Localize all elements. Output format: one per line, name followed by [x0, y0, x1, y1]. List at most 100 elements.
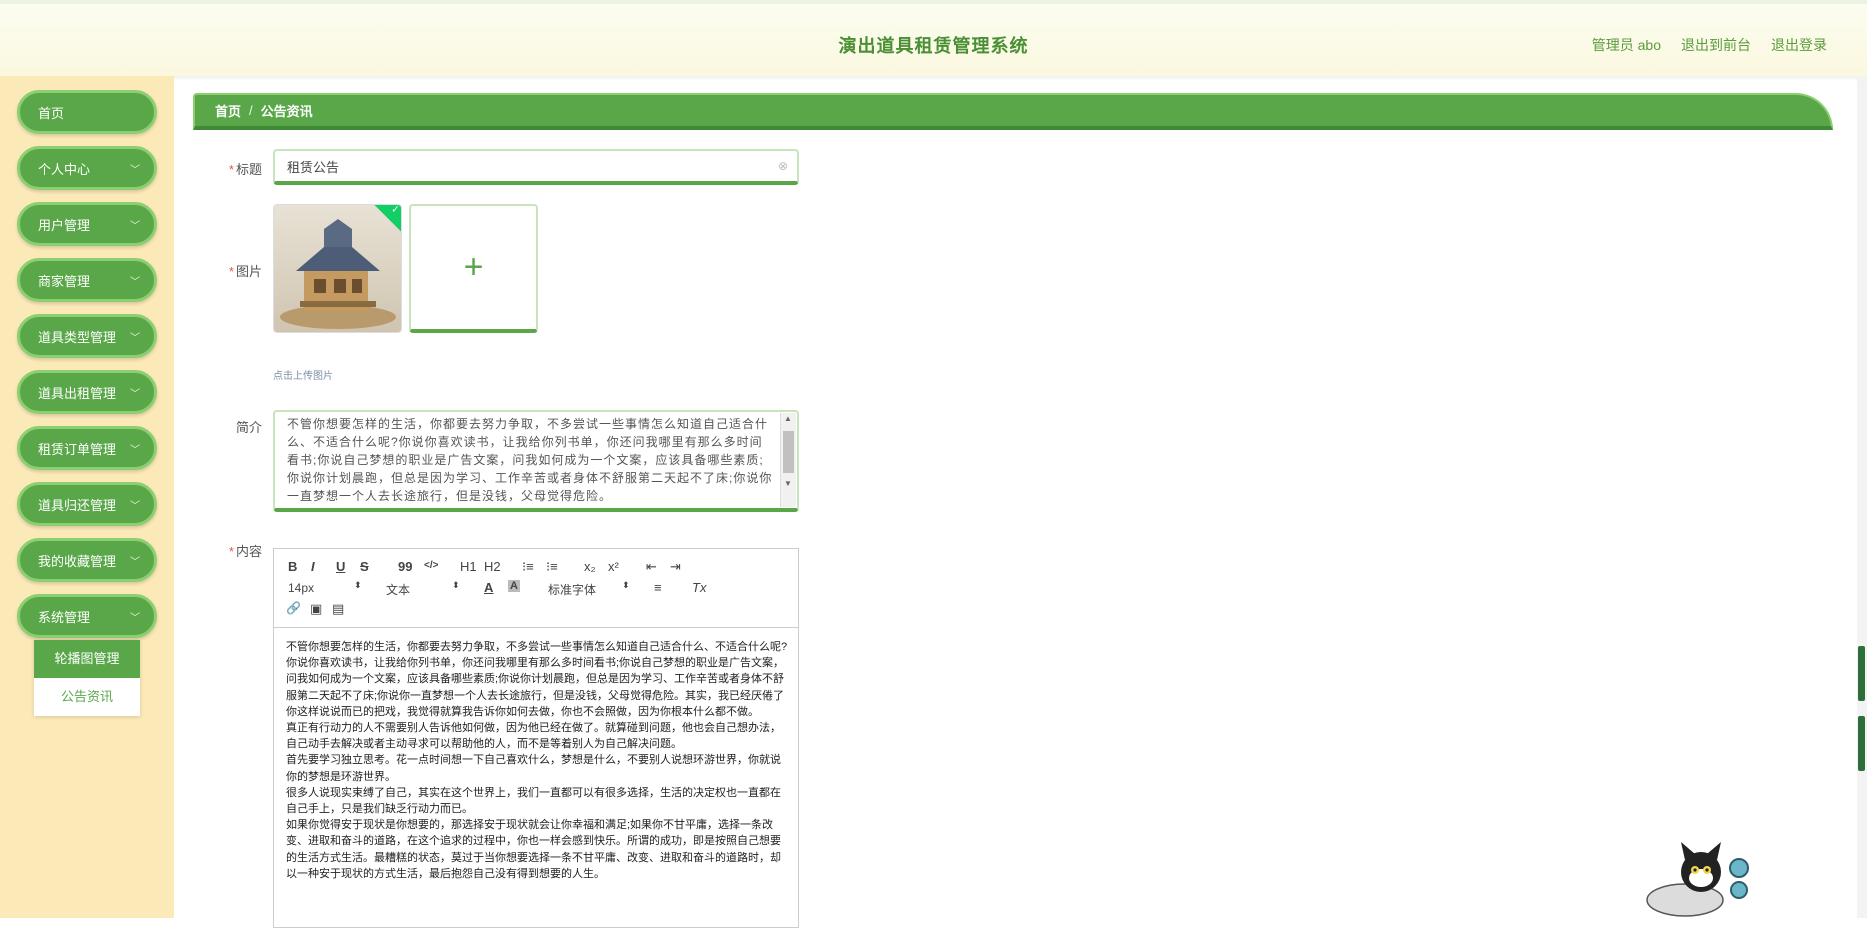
- video-button[interactable]: ▤: [332, 601, 344, 617]
- editor-paragraph: 真正有行动力的人不需要别人告诉他如何做，因为他已经在做了。就算碰到问题，他也会自…: [286, 722, 781, 751]
- heading1-button[interactable]: H1: [460, 559, 477, 574]
- sidebar-item-label: 用户管理: [38, 217, 91, 233]
- intro-label: 简介: [235, 420, 262, 435]
- breadcrumb: 首页 / 公告资讯: [193, 93, 1833, 130]
- sidebar-item-label: 租赁订单管理: [38, 441, 117, 457]
- exit-to-front-link[interactable]: 退出到前台: [1681, 35, 1751, 55]
- blockquote-button[interactable]: 99: [398, 559, 412, 574]
- ordered-list-button[interactable]: ⁝≡: [522, 559, 534, 575]
- intro-textarea[interactable]: 不管你想要怎样的生活，你都要去努力争取，不多尝试一些事情怎么知道自己适合什么、不…: [273, 410, 799, 512]
- select-arrows-icon: ⬍: [354, 580, 362, 590]
- editor-paragraph: 不管你想要怎样的生活，你都要去努力争取，不多尝试一些事情怎么知道自己适合什么、不…: [286, 641, 788, 653]
- rich-text-editor[interactable]: B I U S 99 </> H1 H2 ⁝≡ ⁝≡ x₂ x² ⇤ ⇥ 14p…: [273, 548, 799, 928]
- sidebar-item-merchants[interactable]: 商家管理 ﹀: [17, 258, 157, 302]
- select-arrows-icon: ⬍: [622, 580, 630, 590]
- house-model-image: [274, 205, 401, 332]
- sidebar-item-system[interactable]: 系统管理 ﹀: [17, 594, 157, 638]
- uploaded-image-thumbnail[interactable]: ✓: [273, 204, 402, 333]
- editor-paragraph: 很多人说现实束缚了自己，其实在这个世界上，我们一直都可以有很多选择，生活的决定权…: [286, 786, 781, 816]
- scrollbar-thumb[interactable]: [783, 431, 794, 473]
- font-size-select[interactable]: 14px: [288, 581, 314, 595]
- breadcrumb-separator: /: [249, 103, 253, 118]
- top-header: 演出道具租赁管理系统 管理员 abo 退出到前台 退出登录: [0, 0, 1867, 76]
- chevron-down-icon: ﹀: [130, 557, 140, 568]
- chevron-down-icon: ﹀: [130, 333, 140, 344]
- scroll-down-icon[interactable]: ▼: [784, 479, 792, 488]
- sidebar-item-users[interactable]: 用户管理 ﹀: [17, 202, 157, 246]
- chevron-up-icon: ﹀: [130, 613, 140, 624]
- editor-paragraph: 首先要学习独立思考。花一点时间想一下自己喜欢什么，梦想是什么，不要别人说想环游世…: [286, 754, 781, 783]
- paragraph-select[interactable]: 文本: [386, 581, 410, 598]
- scrollbar-thumb-secondary[interactable]: [1858, 716, 1865, 771]
- page-scrollbar[interactable]: [1857, 76, 1867, 918]
- plus-icon: +: [463, 248, 484, 286]
- sidebar-item-label: 道具出租管理: [38, 385, 117, 401]
- sidebar-item-profile[interactable]: 个人中心 ﹀: [17, 146, 157, 190]
- clear-icon[interactable]: ⊗: [778, 159, 788, 173]
- code-block-button[interactable]: </>: [424, 560, 438, 571]
- editor-paragraph: 你说你喜欢读书，让我给你列书单，你还问我哪里有那么多时间看书;你说自己梦想的职业…: [286, 657, 785, 718]
- heading2-button[interactable]: H2: [484, 559, 501, 574]
- chevron-down-icon: ﹀: [130, 389, 140, 400]
- chevron-down-icon: ﹀: [130, 501, 140, 512]
- sidebar-item-prop-rental[interactable]: 道具出租管理 ﹀: [17, 370, 157, 414]
- strike-button[interactable]: S: [360, 559, 369, 574]
- font-color-button[interactable]: A: [484, 580, 493, 595]
- image-label: * 图片: [228, 264, 262, 279]
- cat-mascot-icon: [1646, 842, 1749, 917]
- submenu-item-carousel[interactable]: 轮播图管理: [34, 640, 140, 678]
- title-label: * 标题: [228, 162, 262, 177]
- select-arrows-icon: ⬍: [452, 580, 460, 590]
- sidebar-item-label: 个人中心: [38, 161, 91, 177]
- underline-button[interactable]: U: [336, 559, 345, 574]
- sidebar-item-home[interactable]: 首页: [17, 90, 157, 134]
- chevron-down-icon: ﹀: [130, 277, 140, 288]
- editor-paragraph: 如果你觉得安于现状是你想要的，那选择安于现状就会让你幸福和满足;如果你不甘平庸，…: [286, 819, 781, 880]
- sidebar-item-label: 商家管理: [38, 273, 91, 289]
- system-submenu: 轮播图管理 公告资讯: [34, 640, 140, 716]
- content-label: * 内容: [228, 544, 262, 559]
- app-title: 演出道具租赁管理系统: [838, 36, 1029, 56]
- header-links: 管理员 abo 退出到前台 退出登录: [1592, 35, 1827, 55]
- sidebar-item-prop-return[interactable]: 道具归还管理 ﹀: [17, 482, 157, 526]
- breadcrumb-home[interactable]: 首页: [215, 101, 241, 120]
- sidebar-item-rental-orders[interactable]: 租赁订单管理 ﹀: [17, 426, 157, 470]
- scroll-up-icon[interactable]: ▲: [784, 414, 792, 423]
- link-button[interactable]: 🔗: [286, 601, 301, 615]
- background-color-button[interactable]: A: [508, 580, 520, 592]
- chevron-down-icon: ﹀: [130, 165, 140, 176]
- sidebar-item-label: 系统管理: [38, 609, 91, 625]
- upload-image-button[interactable]: +: [409, 204, 538, 333]
- sidebar-item-prop-types[interactable]: 道具类型管理 ﹀: [17, 314, 157, 358]
- submenu-item-announcements[interactable]: 公告资讯: [34, 678, 140, 716]
- italic-button[interactable]: I: [311, 559, 315, 574]
- subscript-button[interactable]: x₂: [584, 559, 596, 574]
- font-family-select[interactable]: 标准字体: [548, 581, 596, 598]
- align-button[interactable]: ≡: [654, 580, 662, 595]
- image-button[interactable]: ▣: [310, 601, 322, 617]
- indent-button[interactable]: ⇥: [670, 559, 681, 575]
- chevron-down-icon: ﹀: [130, 221, 140, 232]
- outdent-button[interactable]: ⇤: [646, 559, 657, 575]
- sidebar-item-label: 我的收藏管理: [38, 553, 117, 569]
- editor-toolbar: B I U S 99 </> H1 H2 ⁝≡ ⁝≡ x₂ x² ⇤ ⇥ 14p…: [274, 549, 798, 628]
- sidebar: 首页 个人中心 ﹀ 用户管理 ﹀ 商家管理 ﹀ 道具类型管理 ﹀ 道具出租管理 …: [0, 76, 174, 918]
- logout-link[interactable]: 退出登录: [1771, 35, 1827, 55]
- bullet-list-button[interactable]: ⁝≡: [546, 559, 558, 575]
- editor-content[interactable]: 不管你想要怎样的生活，你都要去努力争取，不多尝试一些事情怎么知道自己适合什么、不…: [286, 639, 788, 882]
- sidebar-item-favorites[interactable]: 我的收藏管理 ﹀: [17, 538, 157, 582]
- superscript-button[interactable]: x²: [608, 559, 619, 574]
- bold-button[interactable]: B: [288, 559, 297, 574]
- check-icon: ✓: [391, 204, 400, 216]
- sidebar-item-label: 道具归还管理: [38, 497, 117, 513]
- admin-user-label: 管理员 abo: [1591, 37, 1661, 53]
- sidebar-item-label: 道具类型管理: [38, 329, 117, 345]
- upload-tip: 点击上传图片: [273, 371, 333, 382]
- chevron-down-icon: ﹀: [130, 445, 140, 456]
- textarea-scrollbar[interactable]: ▲ ▼: [780, 413, 796, 507]
- clear-format-button[interactable]: Tx: [692, 580, 706, 595]
- sidebar-item-label: 首页: [38, 105, 65, 121]
- scrollbar-thumb[interactable]: [1858, 646, 1865, 701]
- breadcrumb-current: 公告资讯: [260, 104, 313, 119]
- title-input[interactable]: [273, 149, 799, 185]
